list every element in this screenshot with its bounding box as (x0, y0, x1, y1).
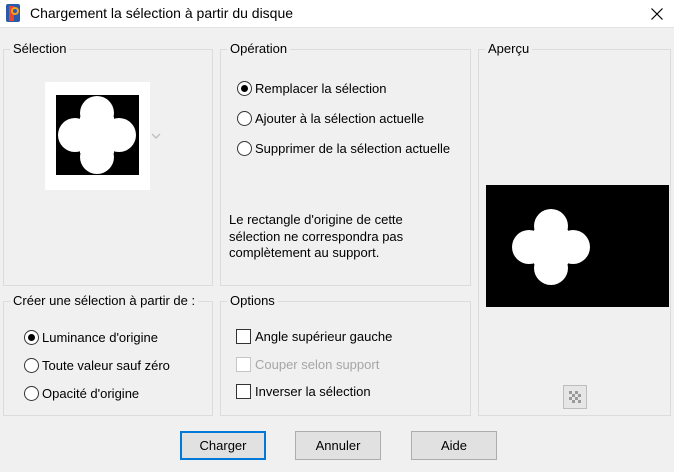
checkbox-crop-to-canvas: Couper selon support (236, 357, 379, 372)
load-button[interactable]: Charger (180, 431, 266, 460)
cross-shape-preview-icon (512, 209, 590, 285)
selection-thumbnail-image (56, 95, 139, 175)
chevron-down-icon[interactable] (151, 133, 161, 139)
radio-label: Toute valeur sauf zéro (42, 358, 170, 373)
radio-label: Remplacer la sélection (255, 81, 387, 96)
radio-label: Supprimer de la sélection actuelle (255, 141, 451, 156)
radio-label: Ajouter à la sélection actuelle (255, 111, 425, 126)
checkbox-indicator[interactable] (236, 329, 251, 344)
checkbox-label: Inverser la sélection (255, 384, 371, 399)
options-group-label: Options (227, 293, 278, 308)
radio-indicator[interactable] (24, 358, 39, 373)
create-selection-group-label: Créer une sélection à partir de : (10, 293, 199, 308)
radio-label: Opacité d'origine (42, 386, 140, 401)
radio-indicator[interactable] (237, 141, 252, 156)
radio-indicator[interactable] (237, 81, 252, 96)
checkbox-label: Couper selon support (255, 357, 380, 372)
radio-add-selection[interactable]: Ajouter à la sélection actuelle (237, 111, 424, 126)
radio-indicator[interactable] (24, 330, 39, 345)
selection-group-label: Sélection (10, 41, 70, 56)
radio-source-opacity[interactable]: Opacité d'origine (24, 386, 139, 401)
preview-group-label: Aperçu (485, 41, 533, 56)
title-bar: Chargement la sélection à partir du disq… (0, 0, 674, 28)
radio-source-luminance[interactable]: Luminance d'origine (24, 330, 158, 345)
checkbox-indicator (236, 357, 251, 372)
radio-indicator[interactable] (24, 386, 39, 401)
checkbox-label: Angle supérieur gauche (255, 329, 393, 344)
zoom-preview-button[interactable] (563, 385, 587, 409)
operation-group-label: Opération (227, 41, 291, 56)
cancel-button[interactable]: Annuler (295, 431, 381, 460)
window-title: Chargement la sélection à partir du disq… (30, 5, 294, 21)
create-selection-group: Créer une sélection à partir de : Lumina… (3, 293, 213, 416)
close-icon (651, 8, 663, 20)
preview-group: Aperçu (478, 41, 671, 416)
operation-group: Opération Remplacer la sélection Ajouter… (220, 41, 471, 286)
selection-group: Sélection (3, 41, 213, 286)
operation-note: Le rectangle d'origine de cette sélectio… (229, 212, 404, 260)
checkerboard-icon (569, 391, 581, 403)
radio-replace-selection[interactable]: Remplacer la sélection (237, 81, 387, 96)
help-button[interactable]: Aide (411, 431, 497, 460)
paint-shop-pro-icon (6, 4, 20, 22)
radio-any-non-zero[interactable]: Toute valeur sauf zéro (24, 358, 170, 373)
preview-image (486, 185, 669, 307)
radio-indicator[interactable] (237, 111, 252, 126)
options-group: Options Angle supérieur gauche Couper se… (220, 293, 471, 416)
checkbox-invert-selection[interactable]: Inverser la sélection (236, 384, 371, 399)
checkbox-top-left-corner[interactable]: Angle supérieur gauche (236, 329, 392, 344)
cross-shape-icon (58, 96, 136, 174)
selection-thumbnail[interactable] (45, 82, 150, 190)
close-button[interactable] (640, 0, 674, 28)
radio-label: Luminance d'origine (42, 330, 158, 345)
radio-subtract-selection[interactable]: Supprimer de la sélection actuelle (237, 141, 450, 156)
checkbox-indicator[interactable] (236, 384, 251, 399)
